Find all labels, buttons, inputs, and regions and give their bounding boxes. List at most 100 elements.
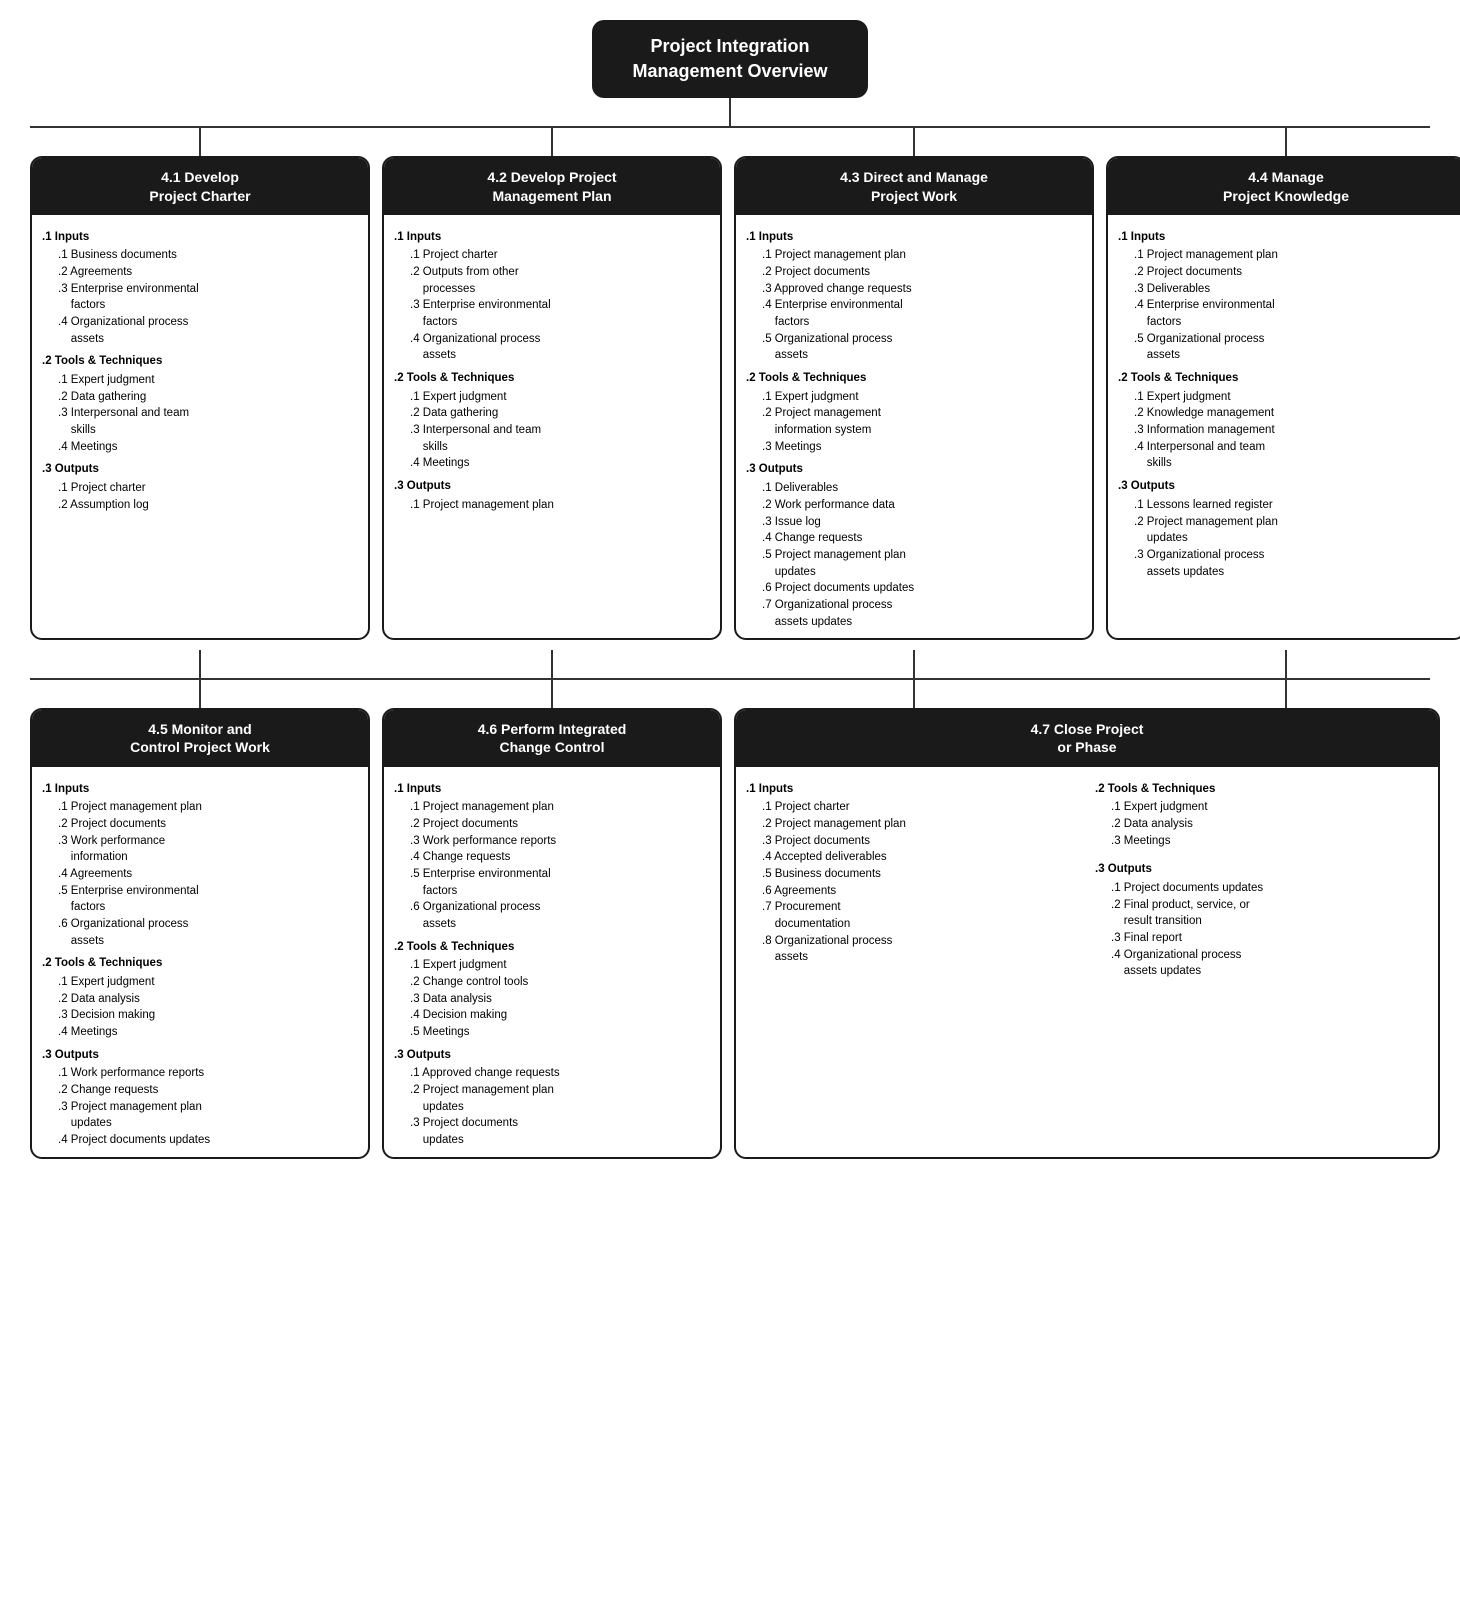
p43-input-2: .2 Project documents — [762, 264, 1082, 281]
p46-outputs-title: .3 Outputs — [394, 1047, 710, 1064]
p45-inputs-title: .1 Inputs — [42, 781, 358, 798]
process-41-body: .1 Inputs .1 Business documents .2 Agree… — [32, 215, 368, 522]
p42-tool-1: .1 Expert judgment — [410, 389, 710, 406]
process-45-body: .1 Inputs .1 Project management plan .2 … — [32, 767, 368, 1157]
p45-tool-3: .3 Decision making — [58, 1007, 358, 1024]
p46-output-2: .2 Project management plan updates — [410, 1082, 710, 1115]
main-title: Project Integration Management Overview — [592, 20, 867, 98]
p43-output-1: .1 Deliverables — [762, 480, 1082, 497]
p47-input-5: .5 Business documents — [762, 866, 1079, 883]
p42-tool-3: .3 Interpersonal and team skills — [410, 422, 710, 455]
p47-input-2: .2 Project management plan — [762, 816, 1079, 833]
p42-tools-title: .2 Tools & Techniques — [394, 370, 710, 387]
p46-tools-title: .2 Tools & Techniques — [394, 939, 710, 956]
p42-output-1: .1 Project management plan — [410, 497, 710, 514]
p46-inputs-title: .1 Inputs — [394, 781, 710, 798]
top-h-bar — [30, 126, 1430, 128]
p42-outputs-title: .3 Outputs — [394, 478, 710, 495]
p43-output-4: .4 Change requests — [762, 530, 1082, 547]
process-41-header: 4.1 DevelopProject Charter — [32, 158, 368, 214]
p45-input-6: .6 Organizational process assets — [58, 916, 358, 949]
process-46-body: .1 Inputs .1 Project management plan .2 … — [384, 767, 720, 1157]
p41-tool-3: .3 Interpersonal and team skills — [58, 405, 358, 438]
p47-output-4: .4 Organizational process assets updates — [1111, 947, 1428, 980]
p41-tools-title: .2 Tools & Techniques — [42, 353, 358, 370]
mid-h-bar — [30, 678, 1430, 680]
p42-inputs-title: .1 Inputs — [394, 229, 710, 246]
process-45-header: 4.5 Monitor andControl Project Work — [32, 710, 368, 766]
p43-output-6: .6 Project documents updates — [762, 580, 1082, 597]
p43-tools-title: .2 Tools & Techniques — [746, 370, 1082, 387]
p46-output-3: .3 Project documents updates — [410, 1115, 710, 1148]
p43-tool-1: .1 Expert judgment — [762, 389, 1082, 406]
p44-output-3: .3 Organizational process assets updates — [1134, 547, 1454, 580]
p42-input-3: .3 Enterprise environmental factors — [410, 297, 710, 330]
p47-outputs-title: .3 Outputs — [1095, 861, 1428, 878]
p46-input-2: .2 Project documents — [410, 816, 710, 833]
mid-vert-lines — [30, 650, 1430, 678]
p47-col1: .1 Inputs .1 Project charter .2 Project … — [746, 775, 1079, 980]
p44-tool-3: .3 Information management — [1134, 422, 1454, 439]
p41-input-1: .1 Business documents — [58, 247, 358, 264]
process-46: 4.6 Perform IntegratedChange Control .1 … — [382, 708, 722, 1158]
page-container: Project Integration Management Overview … — [20, 20, 1440, 1159]
p47-tool-3: .3 Meetings — [1111, 833, 1428, 850]
process-44-body: .1 Inputs .1 Project management plan .2 … — [1108, 215, 1460, 588]
process-42-header: 4.2 Develop ProjectManagement Plan — [384, 158, 720, 214]
p45-input-4: .4 Agreements — [58, 866, 358, 883]
p45-input-3: .3 Work performance information — [58, 833, 358, 866]
p44-tool-1: .1 Expert judgment — [1134, 389, 1454, 406]
p47-col2: .2 Tools & Techniques .1 Expert judgment… — [1095, 775, 1428, 980]
p41-input-4: .4 Organizational process assets — [58, 314, 358, 347]
p43-input-4: .4 Enterprise environmental factors — [762, 297, 1082, 330]
process-41: 4.1 DevelopProject Charter .1 Inputs .1 … — [30, 156, 370, 640]
top-vert-lines — [30, 128, 1430, 156]
p47-input-1: .1 Project charter — [762, 799, 1079, 816]
p47-input-8: .8 Organizational process assets — [762, 933, 1079, 966]
process-44-header: 4.4 ManageProject Knowledge — [1108, 158, 1460, 214]
p44-input-2: .2 Project documents — [1134, 264, 1454, 281]
p41-tool-4: .4 Meetings — [58, 439, 358, 456]
p45-tool-2: .2 Data analysis — [58, 991, 358, 1008]
bot-vert-lines — [30, 680, 1430, 708]
p47-input-7: .7 Procurement documentation — [762, 899, 1079, 932]
p46-input-6: .6 Organizational process assets — [410, 899, 710, 932]
p47-input-3: .3 Project documents — [762, 833, 1079, 850]
process-43: 4.3 Direct and ManageProject Work .1 Inp… — [734, 156, 1094, 640]
p42-input-2: .2 Outputs from other processes — [410, 264, 710, 297]
p42-input-4: .4 Organizational process assets — [410, 331, 710, 364]
p46-input-3: .3 Work performance reports — [410, 833, 710, 850]
p43-inputs-title: .1 Inputs — [746, 229, 1082, 246]
p46-tool-3: .3 Data analysis — [410, 991, 710, 1008]
p43-output-5: .5 Project management plan updates — [762, 547, 1082, 580]
p47-input-6: .6 Agreements — [762, 883, 1079, 900]
p43-input-1: .1 Project management plan — [762, 247, 1082, 264]
p43-outputs-title: .3 Outputs — [746, 461, 1082, 478]
process-46-header: 4.6 Perform IntegratedChange Control — [384, 710, 720, 766]
p44-tools-title: .2 Tools & Techniques — [1118, 370, 1454, 387]
process-45: 4.5 Monitor andControl Project Work .1 I… — [30, 708, 370, 1158]
p44-input-1: .1 Project management plan — [1134, 247, 1454, 264]
p42-tool-2: .2 Data gathering — [410, 405, 710, 422]
p41-tool-2: .2 Data gathering — [58, 389, 358, 406]
p46-input-5: .5 Enterprise environmental factors — [410, 866, 710, 899]
p46-tool-5: .5 Meetings — [410, 1024, 710, 1041]
p43-tool-2: .2 Project management information system — [762, 405, 1082, 438]
p45-output-2: .2 Change requests — [58, 1082, 358, 1099]
p45-input-2: .2 Project documents — [58, 816, 358, 833]
p45-outputs-title: .3 Outputs — [42, 1047, 358, 1064]
top-row: 4.1 DevelopProject Charter .1 Inputs .1 … — [30, 156, 1430, 640]
process-47-header: 4.7 Close Projector Phase — [736, 710, 1438, 766]
p45-output-3: .3 Project management plan updates — [58, 1099, 358, 1132]
p45-input-5: .5 Enterprise environmental factors — [58, 883, 358, 916]
p44-input-5: .5 Organizational process assets — [1134, 331, 1454, 364]
p44-outputs-title: .3 Outputs — [1118, 478, 1454, 495]
p42-tool-4: .4 Meetings — [410, 455, 710, 472]
p47-tools-title: .2 Tools & Techniques — [1095, 781, 1428, 798]
process-42: 4.2 Develop ProjectManagement Plan .1 In… — [382, 156, 722, 640]
p44-inputs-title: .1 Inputs — [1118, 229, 1454, 246]
p46-tool-4: .4 Decision making — [410, 1007, 710, 1024]
p44-input-3: .3 Deliverables — [1134, 281, 1454, 298]
p46-tool-2: .2 Change control tools — [410, 974, 710, 991]
p41-input-3: .3 Enterprise environmental factors — [58, 281, 358, 314]
